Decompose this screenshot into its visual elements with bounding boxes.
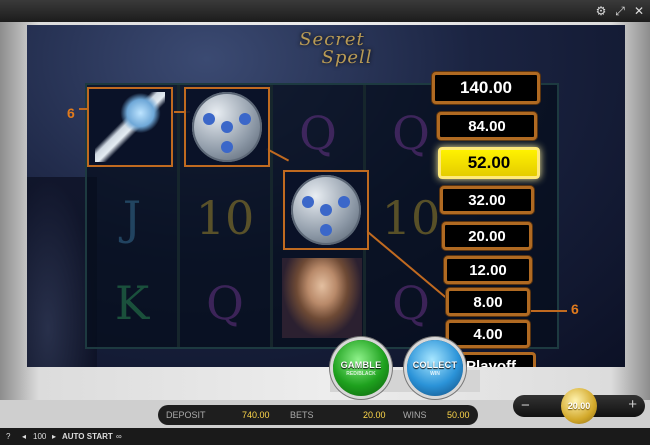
- symbol-k: K: [114, 275, 150, 330]
- ladder-step: 32.00: [440, 186, 534, 214]
- ladder-step: 12.00: [444, 256, 532, 284]
- payline-number-right: 6: [571, 301, 579, 317]
- ladder-step: 4.00: [446, 320, 530, 348]
- stats-bar: DEPOSIT 740.00 BETS 20.00 WINS 50.00: [158, 405, 478, 425]
- deposit-value: 740.00: [242, 410, 270, 420]
- winning-symbol-coin: [283, 170, 369, 250]
- winning-symbol-coin: [184, 87, 270, 167]
- collect-button[interactable]: COLLECT WIN: [407, 340, 463, 396]
- autostart-count[interactable]: 100: [33, 432, 46, 441]
- deposit-label: DEPOSIT: [166, 410, 206, 420]
- infinity-icon[interactable]: ∞: [116, 432, 122, 441]
- coin-icon: [291, 175, 361, 245]
- maiden-icon: [282, 258, 362, 338]
- symbol-j: J: [122, 190, 142, 245]
- fullscreen-icon[interactable]: ⤢: [613, 4, 627, 18]
- top-toolbar: ⚙ ⤢ ✕: [0, 0, 650, 22]
- bets-label: BETS: [290, 410, 314, 420]
- win-line: [79, 108, 87, 110]
- gear-icon[interactable]: ⚙: [594, 4, 608, 18]
- payline-number-left: 6: [67, 105, 75, 121]
- symbol-q: Q: [206, 275, 244, 330]
- chevron-right-icon[interactable]: ▸: [52, 432, 56, 441]
- gamble-button[interactable]: GAMBLE RED/BLACK: [333, 340, 389, 396]
- stake-increase-button[interactable]: +: [628, 396, 637, 413]
- chevron-left-icon[interactable]: ◂: [22, 432, 26, 441]
- stake-decrease-button[interactable]: −: [521, 397, 530, 414]
- symbol-q: Q: [392, 275, 430, 330]
- help-button[interactable]: ?: [6, 432, 10, 441]
- game-area: Secret Spell J K 10 Q Q Q 10 Q 6 6 140.0…: [27, 25, 625, 367]
- bets-value: 20.00: [363, 410, 386, 420]
- stake-coin[interactable]: 20.00: [561, 388, 597, 424]
- footer-bar: ? ◂ 100 ▸ AUTO START ∞: [0, 428, 650, 445]
- ladder-step: 84.00: [437, 112, 537, 140]
- wins-value: 50.00: [447, 410, 470, 420]
- coin-icon: [192, 92, 262, 162]
- symbol-maiden: [279, 255, 365, 341]
- autostart-button[interactable]: AUTO START: [62, 432, 113, 441]
- ladder-step: 140.00: [432, 72, 540, 104]
- game-logo: Secret Spell: [299, 29, 373, 68]
- symbol-q: Q: [299, 105, 337, 160]
- ladder-step: 20.00: [442, 222, 532, 250]
- ladder-step: 8.00: [446, 288, 530, 316]
- winning-symbol-gem-key: [87, 87, 173, 167]
- mute-icon[interactable]: ✕: [632, 4, 646, 18]
- ladder-step-active: 52.00: [438, 147, 540, 179]
- symbol-10: 10: [195, 190, 255, 245]
- gem-key-icon: [95, 92, 165, 162]
- wins-label: WINS: [403, 410, 427, 420]
